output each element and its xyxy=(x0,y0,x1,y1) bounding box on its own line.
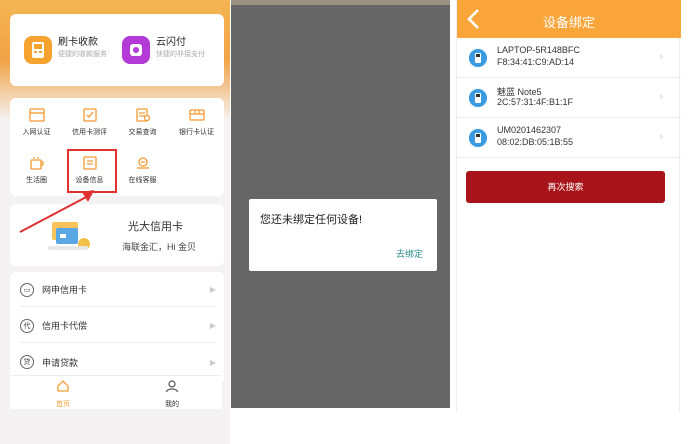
device-item[interactable]: UM0201462307 08:02:DB:05:1B:55 › xyxy=(457,118,681,158)
life-circle-icon xyxy=(29,157,44,170)
dialog-message: 您还未绑定任何设备! xyxy=(260,214,363,226)
device-name: UM0201462307 xyxy=(497,125,562,135)
grid-label: 银行卡认证 xyxy=(179,129,214,136)
grid-label: 信用卡测评 xyxy=(72,129,107,136)
list-item-label: 信用卡代偿 xyxy=(42,321,88,331)
home-icon xyxy=(57,380,69,392)
card-payment-title: 刷卡收款 xyxy=(58,37,98,48)
banner-title: 光大信用卡 xyxy=(128,221,183,233)
header-bar: 设备绑定 xyxy=(457,0,681,38)
device-name: LAPTOP-5R148BFC xyxy=(497,45,580,55)
loan-icon: 贷 xyxy=(20,355,34,369)
home-screen: 刷卡收款 便捷的收款服务 云闪付 快捷的非接支付 入网认证 信用卡测评 交易查询 xyxy=(0,0,230,444)
page-title: 设备绑定 xyxy=(542,15,595,30)
credit-evaluation-icon xyxy=(82,108,97,122)
card-reader-icon xyxy=(24,36,52,64)
list-item-label: 网申信用卡 xyxy=(42,285,88,295)
chevron-right-icon: › xyxy=(659,131,663,143)
chevron-right-icon: › xyxy=(659,91,663,103)
transaction-query-icon xyxy=(135,108,150,122)
chevron-right-icon: ▶ xyxy=(209,285,216,294)
tab-home[interactable]: 首页 xyxy=(43,379,83,409)
chevron-right-icon: ▶ xyxy=(209,321,216,330)
no-device-dialog: 您还未绑定任何设备! 去绑定 xyxy=(249,199,437,271)
cloud-pay-action[interactable]: 云闪付 快捷的非接支付 xyxy=(122,36,205,64)
bottom-tab-bar: 首页 我的 xyxy=(10,375,222,409)
device-item[interactable]: LAPTOP-5R148BFC F8:34:41:C9:AD:14 › xyxy=(457,38,681,78)
quick-actions-card: 刷卡收款 便捷的收款服务 云闪付 快捷的非接支付 xyxy=(10,14,224,86)
repayment-icon: 代 xyxy=(20,318,34,333)
tab-label: 首页 xyxy=(56,401,70,408)
list-item-label: 申请贷款 xyxy=(42,357,79,368)
card-payment-subtitle: 便捷的收款服务 xyxy=(58,51,107,58)
search-again-button[interactable]: 再次搜索 xyxy=(466,171,665,203)
tab-label: 我的 xyxy=(165,401,179,408)
customer-service-icon xyxy=(136,157,149,169)
profile-icon xyxy=(165,380,179,393)
pos-device-icon xyxy=(469,89,487,107)
bank-card-auth-icon xyxy=(188,109,205,121)
go-bind-button[interactable]: 去绑定 xyxy=(396,247,423,260)
grid-item-network-certification[interactable]: 入网认证 xyxy=(10,108,63,137)
chevron-right-icon: ▶ xyxy=(209,357,216,367)
credit-card-apply-icon: ▭ xyxy=(20,282,34,297)
list-item-apply-credit-card[interactable]: ▭ 网申信用卡 ▶ xyxy=(20,273,216,307)
grid-label: 在线客服 xyxy=(128,177,157,184)
cloud-pay-icon xyxy=(122,36,150,64)
grid-item-credit-evaluation[interactable]: 信用卡测评 xyxy=(63,108,116,137)
device-mac: F8:34:41:C9:AD:14 xyxy=(497,57,575,67)
annotation-arrow xyxy=(19,190,94,233)
list-item-apply-loan[interactable]: 贷 申请贷款 ▶ xyxy=(20,345,216,379)
cloud-pay-subtitle: 快捷的非接支付 xyxy=(156,51,205,58)
device-mac: 2C:57:31:4F:B1:1F xyxy=(497,97,574,107)
grid-item-customer-service[interactable]: 在线客服 xyxy=(116,156,169,185)
pos-device-icon xyxy=(469,129,487,147)
grid-label: 交易查询 xyxy=(128,129,157,136)
device-item[interactable]: 魅蓝 Note5 2C:57:31:4F:B1:1F › xyxy=(457,78,681,118)
chevron-right-icon: › xyxy=(659,51,663,63)
cloud-pay-title: 云闪付 xyxy=(156,37,186,48)
banner-subtitle: 海联金汇，Hi 金贝 xyxy=(122,242,196,252)
service-list: ▭ 网申信用卡 ▶ 代 信用卡代偿 ▶ 贷 申请贷款 ▶ xyxy=(10,272,224,382)
device-mac: 08:02:DB:05:1B:55 xyxy=(497,137,574,147)
grid-item-transaction-query[interactable]: 交易查询 xyxy=(116,108,169,137)
dialog-overlay: 您还未绑定任何设备! 去绑定 xyxy=(231,5,450,408)
grid-label: 入网认证 xyxy=(22,129,51,136)
list-item-credit-card-repayment[interactable]: 代 信用卡代偿 ▶ xyxy=(20,309,216,343)
pos-device-icon xyxy=(469,49,487,67)
card-payment-action[interactable]: 刷卡收款 便捷的收款服务 xyxy=(24,36,107,64)
certification-icon xyxy=(28,108,45,122)
tab-profile[interactable]: 我的 xyxy=(152,379,192,409)
device-binding-screen: 设备绑定 LAPTOP-5R148BFC F8:34:41:C9:AD:14 ›… xyxy=(456,0,681,412)
grid-item-bank-card-auth[interactable]: 银行卡认证 xyxy=(170,108,223,137)
